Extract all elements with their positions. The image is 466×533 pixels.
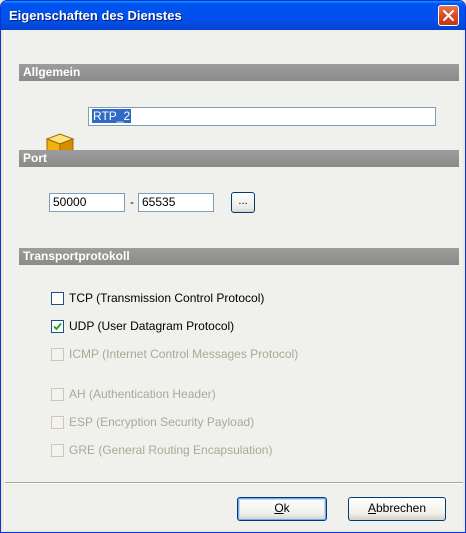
checkbox-label: ESP (Encryption Security Payload) [69,415,255,429]
cancel-label-rest: bbrechen [375,501,427,515]
dialog-content: Allgemein RTP_2 Port 50000 - 65535 ... T… [4,30,463,530]
checkbox-label: UDP (User Datagram Protocol) [69,319,235,333]
port-browse-button[interactable]: ... [231,192,255,213]
section-header-port: Port [19,150,459,167]
checkbox-box[interactable] [51,320,64,333]
checkbox-box [51,416,64,429]
checkbox-box [51,388,64,401]
dialog-window: Eigenschaften des Dienstes Allgemein RTP… [0,0,466,533]
cancel-button[interactable]: Abbrechen [348,497,446,521]
close-button[interactable] [438,5,459,26]
checkbox-box[interactable] [51,292,64,305]
port-to-input[interactable]: 65535 [138,193,214,212]
ok-label-rest: k [283,501,290,515]
close-icon [443,10,454,21]
window-title: Eigenschaften des Dienstes [9,8,182,23]
section-header-general: Allgemein [19,64,459,81]
checkbox-box [51,444,64,457]
checkbox-label: AH (Authentication Header) [69,387,216,401]
service-name-value: RTP_2 [92,109,132,123]
checkbox-box [51,348,64,361]
ok-mnemonic: O [274,501,284,515]
title-bar[interactable]: Eigenschaften des Dienstes [1,1,465,30]
checkbox-label: GRE (General Routing Encapsulation) [69,443,273,457]
cancel-mnemonic: A [367,501,376,515]
port-range-separator: - [130,195,134,209]
section-header-transport: Transportprotokoll [19,248,459,265]
service-name-input[interactable]: RTP_2 [88,107,436,126]
port-from-input[interactable]: 50000 [49,193,125,212]
ok-button[interactable]: Ok [237,497,327,521]
checkbox-label: ICMP (Internet Control Messages Protocol… [69,347,299,361]
checkbox-label: TCP (Transmission Control Protocol) [69,291,265,305]
checkmark-icon [53,322,62,331]
footer-separator [5,482,463,484]
